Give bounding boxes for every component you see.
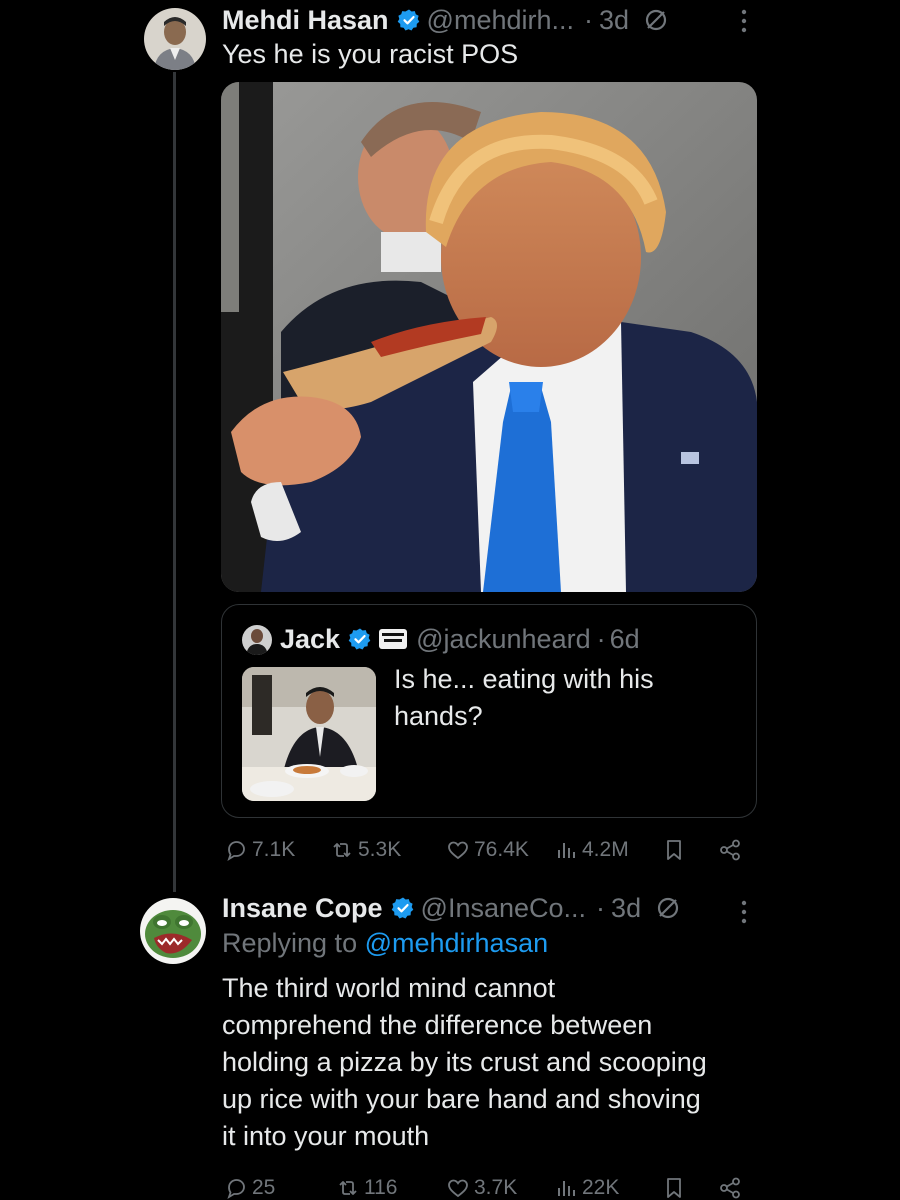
affiliate-badge-icon bbox=[379, 629, 408, 649]
tweet-text: The third world mind cannot comprehend t… bbox=[222, 970, 707, 1155]
timestamp[interactable]: 3d bbox=[611, 893, 641, 924]
heart-icon bbox=[448, 841, 468, 860]
tweet-text-line: comprehend the difference between bbox=[222, 1010, 653, 1040]
tweet-text-line: up rice with your bare hand and shoving bbox=[222, 1084, 701, 1114]
quote-avatar bbox=[242, 625, 272, 655]
quoted-tweet-card[interactable]: Jack @jackunheard · 6d Is he... eating w… bbox=[221, 604, 757, 818]
verified-badge-icon bbox=[348, 628, 371, 650]
repost-count: 116 bbox=[364, 1176, 398, 1199]
author-handle[interactable]: @InsaneCo... bbox=[421, 893, 587, 924]
tweet-text-line: The third world mind cannot bbox=[222, 973, 556, 1003]
avatar[interactable] bbox=[144, 8, 206, 70]
quote-author-handle: @jackunheard bbox=[416, 623, 591, 654]
views-chart-icon bbox=[558, 1181, 575, 1196]
share-button[interactable] bbox=[718, 838, 742, 862]
author-name[interactable]: Insane Cope bbox=[222, 893, 383, 924]
like-button[interactable]: 76.4K bbox=[446, 838, 529, 862]
thread-connector-line bbox=[173, 72, 176, 892]
quote-author-name: Jack bbox=[280, 623, 341, 654]
reply-button[interactable]: 25 bbox=[224, 1176, 275, 1200]
more-options-icon[interactable] bbox=[732, 6, 756, 36]
quote-text-line: hands? bbox=[394, 701, 483, 731]
grok-icon[interactable] bbox=[655, 895, 681, 921]
avatar[interactable] bbox=[140, 898, 206, 964]
repost-count: 5.3K bbox=[358, 838, 402, 861]
timestamp[interactable]: 3d bbox=[599, 5, 629, 36]
quote-thumbnail-image bbox=[242, 667, 376, 801]
author-handle[interactable]: @mehdirh... bbox=[427, 5, 574, 36]
share-icon bbox=[720, 839, 740, 861]
bookmark-icon bbox=[667, 840, 681, 860]
views-chart-icon bbox=[558, 843, 575, 858]
share-button[interactable] bbox=[718, 1176, 742, 1200]
views-button[interactable]: 22K bbox=[554, 1176, 619, 1200]
author-name[interactable]: Mehdi Hasan bbox=[222, 5, 389, 36]
grok-icon[interactable] bbox=[643, 7, 669, 33]
reply-count: 25 bbox=[252, 1176, 276, 1199]
mention-link[interactable]: @mehdirhasan bbox=[365, 928, 549, 958]
quote-header: Jack @jackunheard · 6d bbox=[280, 621, 640, 657]
quote-text: Is he... eating with his hands? bbox=[394, 661, 654, 735]
repost-button[interactable]: 5.3K bbox=[330, 838, 401, 862]
tweet-text: Yes he is you racist POS bbox=[222, 39, 519, 69]
share-icon bbox=[720, 1177, 740, 1199]
repost-icon bbox=[333, 843, 351, 857]
quote-timestamp: 6d bbox=[609, 623, 640, 654]
bookmark-icon bbox=[667, 1178, 681, 1198]
verified-badge-icon bbox=[397, 9, 419, 31]
verified-badge-icon bbox=[391, 897, 413, 919]
views-count: 22K bbox=[582, 1176, 620, 1199]
like-count: 3.7K bbox=[474, 1176, 518, 1199]
reply-button[interactable]: 7.1K bbox=[224, 838, 295, 862]
separator-dot: · bbox=[596, 623, 606, 654]
tweet-media-image[interactable] bbox=[221, 82, 757, 592]
like-count: 76.4K bbox=[474, 838, 529, 861]
more-options-icon[interactable] bbox=[732, 897, 756, 927]
tweet-header: Mehdi Hasan @mehdirh... · 3d bbox=[222, 2, 669, 38]
replying-to-line: Replying to @mehdirhasan bbox=[222, 928, 548, 959]
like-button[interactable]: 3.7K bbox=[446, 1176, 517, 1200]
reply-icon bbox=[227, 1179, 245, 1200]
separator-dot: · bbox=[584, 4, 594, 35]
bookmark-button[interactable] bbox=[662, 1176, 686, 1200]
bookmark-button[interactable] bbox=[662, 838, 686, 862]
tweet-text-line: it into your mouth bbox=[222, 1121, 430, 1151]
views-button[interactable]: 4.2M bbox=[554, 838, 629, 862]
repost-button[interactable]: 116 bbox=[336, 1176, 397, 1200]
quote-text-line: Is he... eating with his bbox=[394, 664, 654, 694]
tweet-text-line: holding a pizza by its crust and scoopin… bbox=[222, 1047, 707, 1077]
reply-icon bbox=[227, 841, 245, 862]
reply-count: 7.1K bbox=[252, 838, 296, 861]
views-count: 4.2M bbox=[582, 838, 629, 861]
separator-dot: · bbox=[596, 892, 606, 923]
tweet-header: Insane Cope @InsaneCo... · 3d bbox=[222, 890, 681, 926]
replying-to-label: Replying to bbox=[222, 928, 365, 958]
repost-icon bbox=[339, 1181, 357, 1195]
heart-icon bbox=[448, 1179, 468, 1198]
